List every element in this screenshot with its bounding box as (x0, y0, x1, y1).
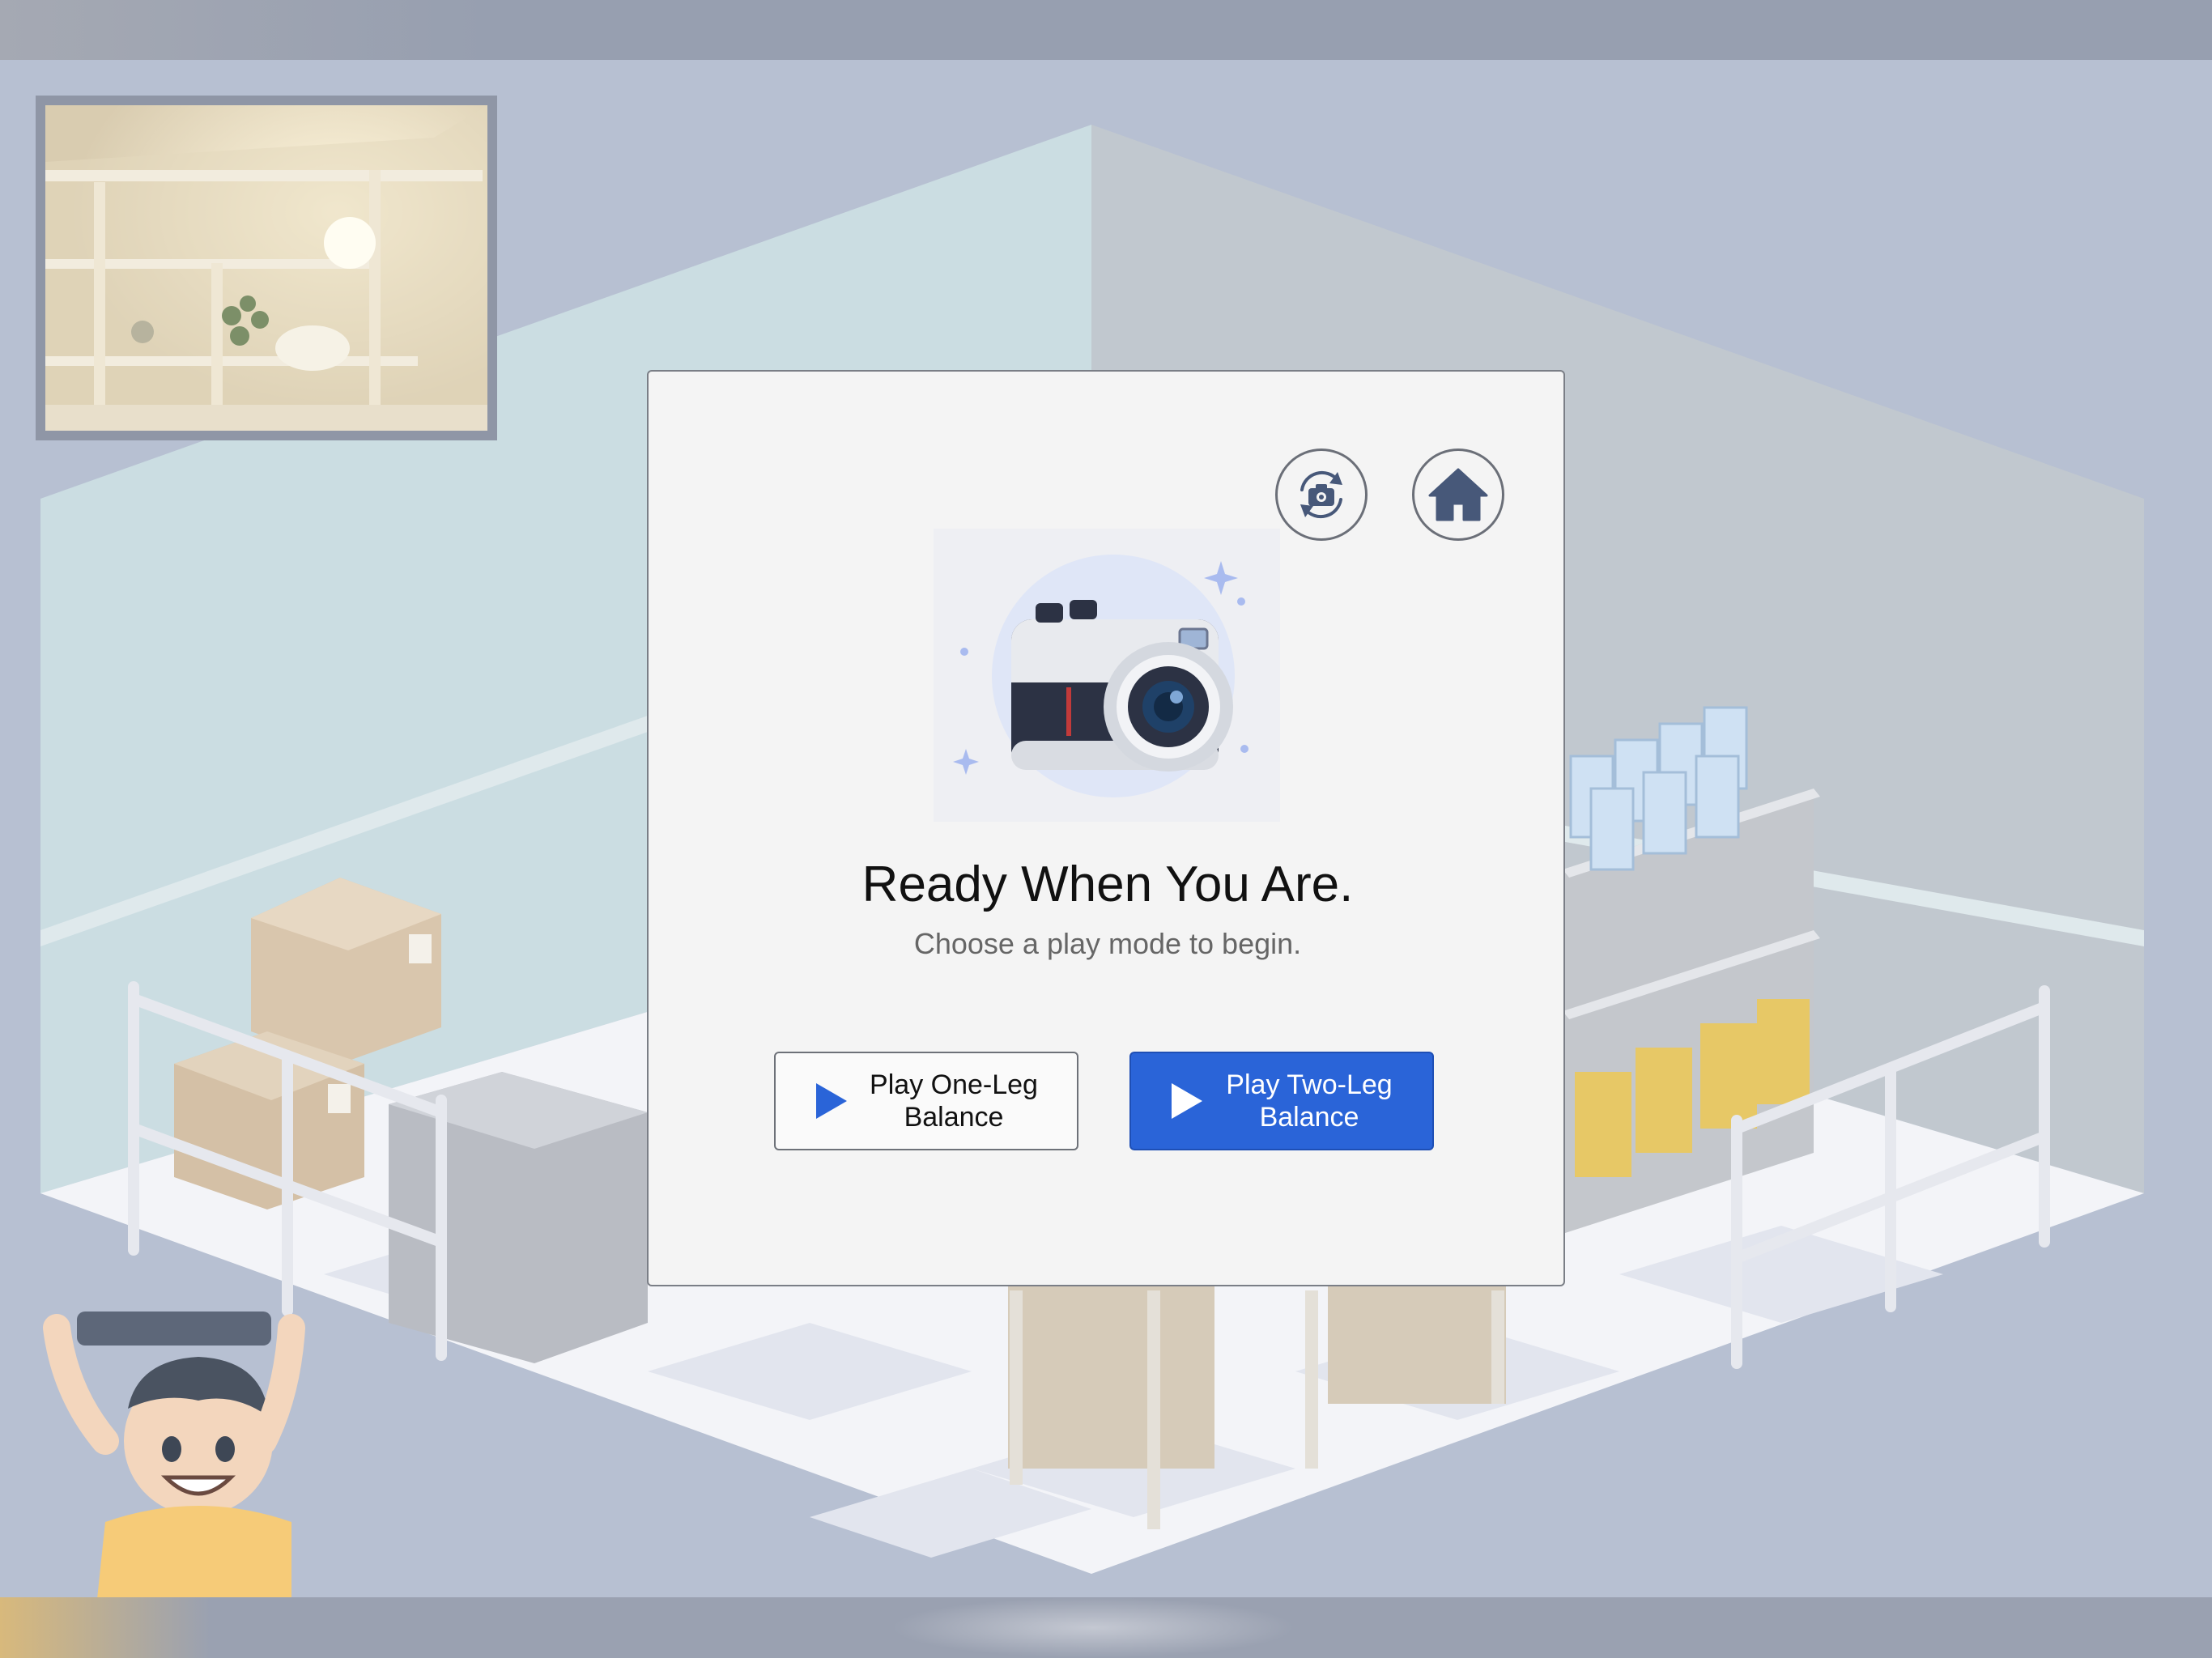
switch-camera-button[interactable] (1275, 449, 1368, 541)
kid-character (32, 1279, 308, 1599)
play-icon (1172, 1083, 1202, 1119)
home-button[interactable] (1412, 449, 1504, 541)
camera-preview-image (45, 105, 487, 431)
camera-preview (36, 96, 497, 440)
bottom-bar (0, 1597, 2212, 1658)
play-icon (816, 1083, 847, 1119)
play-two-leg-label: Play Two-Leg Balance (1226, 1069, 1393, 1133)
play-one-leg-label: Play One-Leg Balance (870, 1069, 1038, 1133)
dialog-title: Ready When You Are. (861, 857, 1354, 912)
top-bar (0, 0, 2212, 60)
play-two-leg-button[interactable]: Play Two-Leg Balance (1129, 1052, 1434, 1150)
camera-illustration (934, 529, 1280, 822)
play-one-leg-button[interactable]: Play One-Leg Balance (774, 1052, 1078, 1150)
camera-switch-icon (1300, 470, 1342, 519)
dialog-subtitle: Choose a play mode to begin. (913, 927, 1302, 960)
home-icon (1428, 468, 1488, 521)
play-mode-dialog: Ready When You Are. Choose a play mode t… (647, 370, 1565, 1286)
